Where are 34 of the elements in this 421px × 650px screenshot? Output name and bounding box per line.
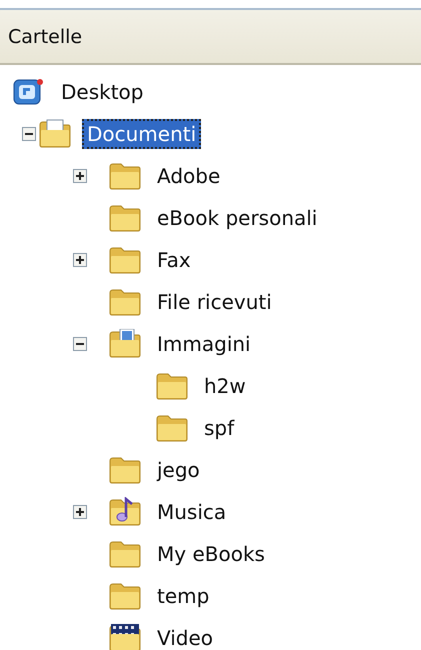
expand-toggle[interactable]: [73, 505, 87, 519]
folder-label[interactable]: Immagini: [152, 329, 256, 359]
folder-label[interactable]: Video: [152, 623, 218, 650]
folder-icon: [108, 245, 142, 275]
expand-toggle[interactable]: [73, 169, 87, 183]
desktop-icon: [12, 77, 46, 107]
folder-label[interactable]: File ricevuti: [152, 287, 277, 317]
folder-label[interactable]: jego: [152, 455, 205, 485]
folder-icon: [108, 455, 142, 485]
pane-title: Cartelle: [8, 26, 82, 48]
collapse-toggle[interactable]: [22, 127, 36, 141]
folder-label[interactable]: spf: [199, 413, 240, 443]
folder-icon: [108, 203, 142, 233]
folder-icon: [108, 161, 142, 191]
folder-label[interactable]: h2w: [199, 371, 251, 401]
folder-label[interactable]: Adobe: [152, 161, 226, 191]
folder-label[interactable]: Documenti: [82, 119, 202, 149]
document-folder-icon: [38, 119, 72, 149]
folder-icon: [108, 287, 142, 317]
folder-label[interactable]: temp: [152, 581, 214, 611]
folder-label[interactable]: Musica: [152, 497, 232, 527]
folder-icon: [155, 371, 189, 401]
expand-toggle[interactable]: [73, 253, 87, 267]
folder-label[interactable]: My eBooks: [152, 539, 270, 569]
folder-icon: [108, 539, 142, 569]
film-folder-icon: [108, 623, 142, 650]
folder-icon: [155, 413, 189, 443]
collapse-toggle[interactable]: [73, 337, 87, 351]
folder-label[interactable]: Desktop: [56, 77, 148, 107]
music-folder-icon: [108, 497, 142, 527]
picture-folder-icon: [108, 329, 142, 359]
folder-label[interactable]: Fax: [152, 245, 196, 275]
folder-icon: [108, 581, 142, 611]
folder-label[interactable]: eBook personali: [152, 203, 322, 233]
